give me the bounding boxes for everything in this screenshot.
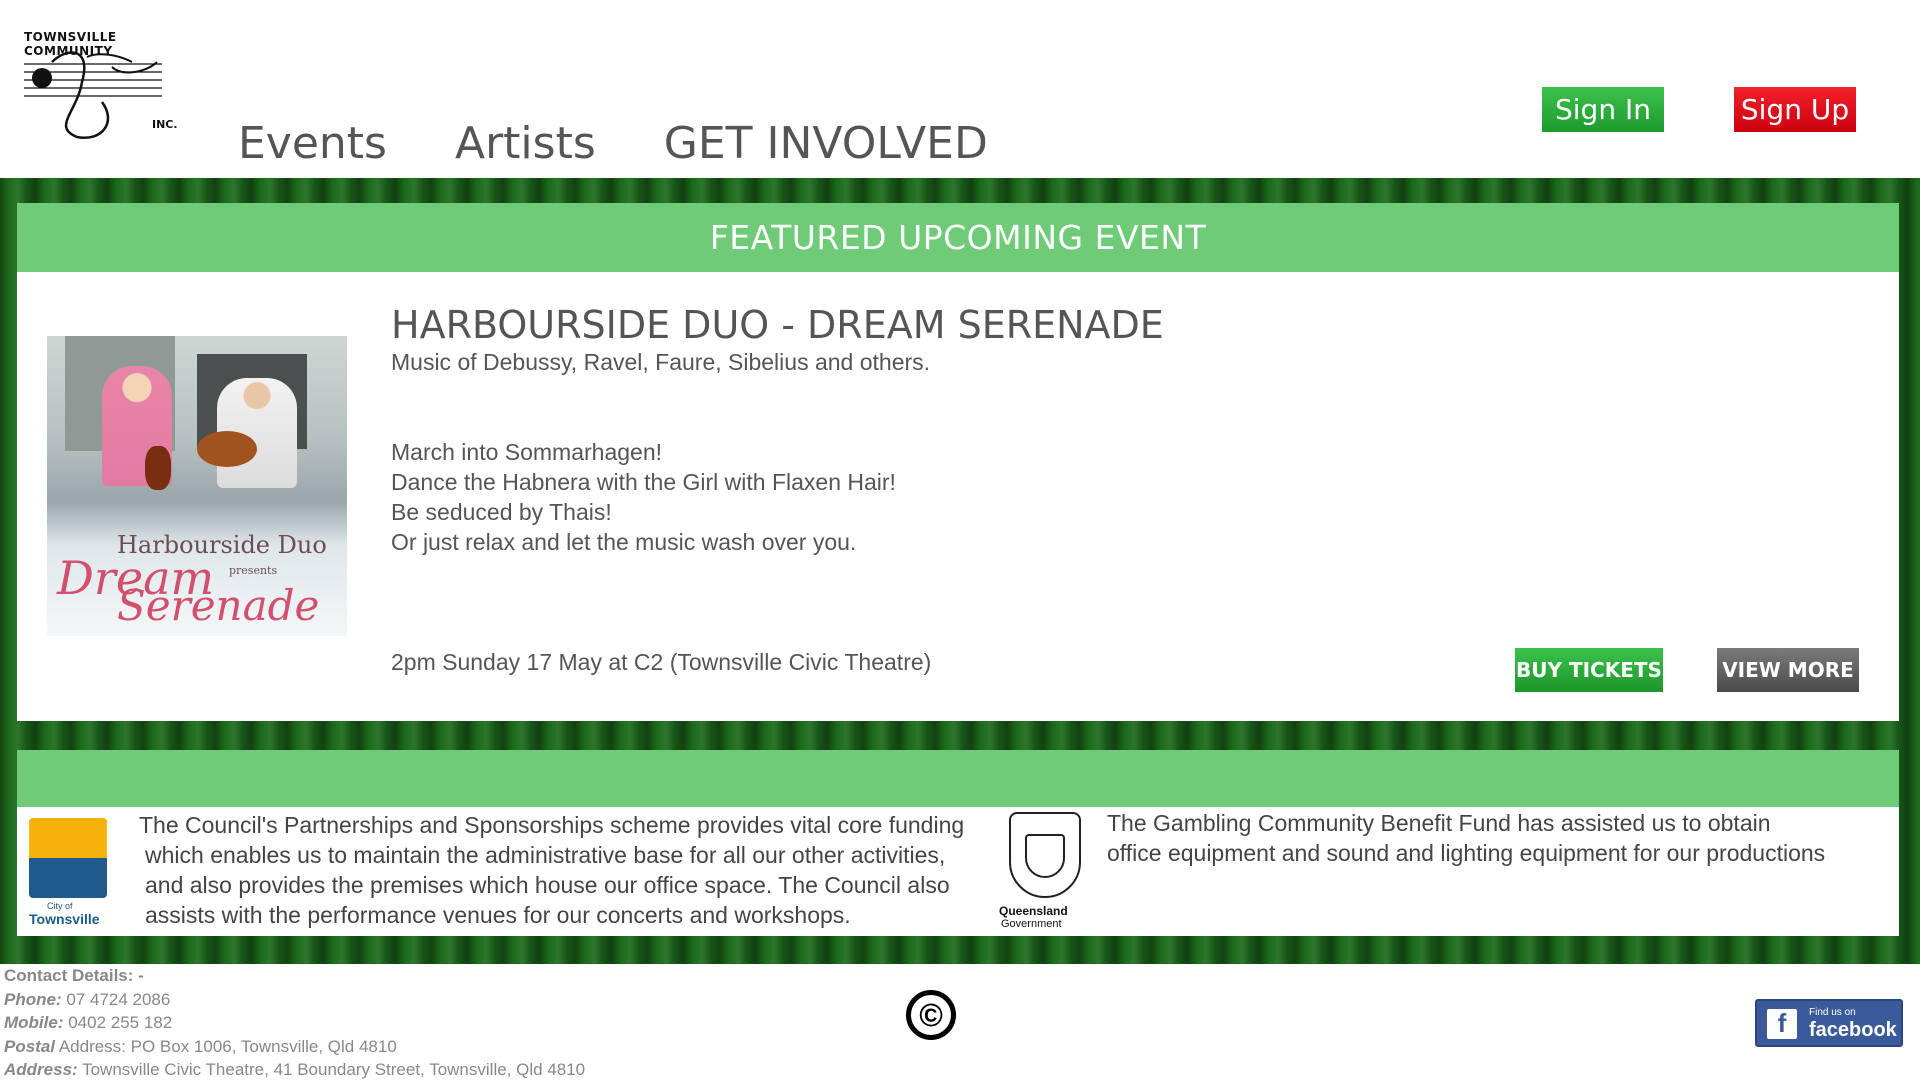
site-footer: Contact Details: - Phone: 07 4724 2086 M… — [0, 964, 1920, 1080]
main-nav: Events Artists GET INVOLVED — [238, 118, 1056, 169]
featured-event-header: FEATURED UPCOMING EVENT — [17, 203, 1899, 272]
image-guitar — [197, 431, 257, 467]
facebook-icon: f — [1767, 1008, 1797, 1039]
townsville-logo-icon — [29, 818, 107, 898]
phone-label: Phone: — [4, 989, 62, 1009]
council-sponsorship-text: The Council's Partnerships and Sponsorsh… — [139, 810, 999, 930]
council-text-line: The Council's Partnerships and Sponsorsh… — [139, 812, 965, 838]
site-logo[interactable]: TOWNSVILLE COMMUNITY INC. — [22, 28, 192, 153]
postal-label: Postal — [4, 1036, 56, 1056]
postal-value: Address: PO Box 1006, Townsville, Qld 48… — [55, 1036, 397, 1056]
event-image[interactable]: Harbourside Duo presents Dream Serenade — [47, 336, 347, 636]
council-text-line: and also provides the premises which hou… — [145, 872, 950, 898]
phone-value: 07 4724 2086 — [61, 989, 171, 1009]
nav-artists[interactable]: Artists — [455, 118, 596, 169]
image-violin — [145, 446, 171, 490]
logo-inc-text: INC. — [152, 118, 178, 131]
townsville-logo-city-of: City of — [47, 901, 73, 911]
mobile-value: 0402 255 182 — [63, 1013, 173, 1032]
event-description-line: March into Sommarhagen! — [391, 439, 663, 465]
gambling-text-line: office equipment and sound and lighting … — [1107, 840, 1826, 866]
contact-address: Address: Townsville Civic Theatre, 41 Bo… — [4, 1058, 585, 1080]
event-description-line: Or just relax and let the music wash ove… — [391, 529, 857, 555]
qld-shield-icon — [1025, 834, 1065, 878]
image-presents-text: presents — [229, 564, 278, 577]
event-description: March into Sommarhagen! Dance the Habner… — [391, 437, 896, 557]
event-description-line: Be seduced by Thais! — [391, 499, 612, 525]
facebook-button[interactable]: f Find us on facebook — [1755, 999, 1903, 1047]
event-description-line: Dance the Habnera with the Girl with Fla… — [391, 469, 896, 495]
featured-event-panel: FEATURED UPCOMING EVENT Harbourside Duo … — [17, 203, 1899, 721]
council-text-line: which enables us to maintain the adminis… — [145, 842, 946, 868]
contact-details: Contact Details: - Phone: 07 4724 2086 M… — [4, 964, 585, 1080]
gambling-text-line: The Gambling Community Benefit Fund has … — [1107, 810, 1771, 836]
qld-logo-line1: Queensland — [999, 904, 1068, 918]
council-text-line: assists with the performance venues for … — [145, 902, 851, 928]
buy-tickets-button[interactable]: BUY TICKETS — [1515, 648, 1663, 692]
nav-events[interactable]: Events — [238, 118, 387, 169]
sponsors-panel: City of Townsville The Council's Partner… — [17, 750, 1899, 936]
mobile-label: Mobile: — [4, 1013, 64, 1032]
facebook-name-text: facebook — [1809, 1019, 1897, 1041]
sign-up-button[interactable]: Sign Up — [1734, 87, 1856, 132]
contact-phone: Phone: 07 4724 2086 — [4, 988, 585, 1012]
qld-logo-line2: Government — [1001, 918, 1062, 930]
nav-get-involved[interactable]: GET INVOLVED — [664, 118, 988, 169]
music-centre-logo-icon — [24, 51, 162, 140]
contact-mobile: Mobile: 0402 255 182 — [4, 1011, 585, 1035]
sign-in-button[interactable]: Sign In — [1542, 87, 1664, 132]
site-header: TOWNSVILLE COMMUNITY INC. Events Artists… — [0, 0, 1920, 178]
event-date-venue: 2pm Sunday 17 May at C2 (Townsville Civi… — [391, 649, 932, 675]
address-value: Townsville Civic Theatre, 41 Boundary St… — [77, 1060, 586, 1079]
view-more-button[interactable]: VIEW MORE — [1717, 648, 1859, 692]
event-subtitle: Music of Debussy, Ravel, Faure, Sibelius… — [391, 349, 931, 375]
queensland-government-logo[interactable]: Queensland Government — [995, 810, 1095, 930]
contact-header: Contact Details: - — [4, 966, 144, 985]
facebook-find-us-text: Find us on — [1809, 1007, 1856, 1018]
townsville-council-logo[interactable]: City of Townsville — [27, 818, 109, 927]
image-serenade-text: Serenade — [117, 581, 320, 630]
event-title: HARBOURSIDE DUO - DREAM SERENADE — [391, 303, 1164, 347]
copyright-icon: © — [906, 990, 956, 1040]
address-label: Address: — [4, 1060, 78, 1079]
gambling-fund-text: The Gambling Community Benefit Fund has … — [1107, 808, 1825, 868]
sponsors-header-bar — [17, 750, 1899, 807]
contact-postal: Postal Address: PO Box 1006, Townsville,… — [4, 1035, 585, 1059]
townsville-logo-name: Townsville — [29, 911, 100, 927]
